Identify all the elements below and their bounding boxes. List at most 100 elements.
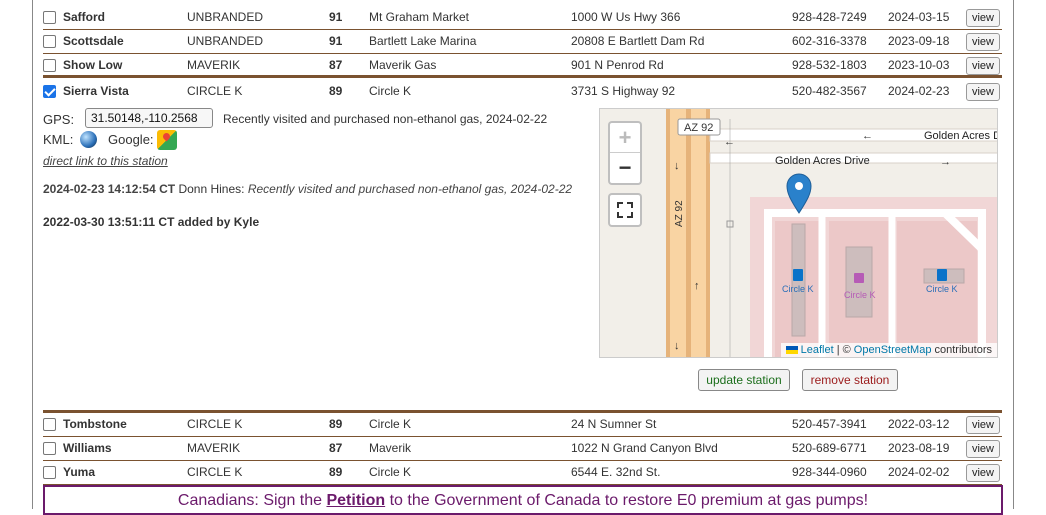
station-date: 2024-02-23: [888, 84, 950, 98]
station-address: 1000 W Us Hwy 366: [571, 10, 681, 24]
log-text: Recently visited and purchased non-ethan…: [247, 182, 573, 196]
station-city: Tombstone: [63, 417, 127, 431]
station-checkbox[interactable]: [43, 35, 56, 48]
zoom-out-button[interactable]: −: [610, 153, 640, 183]
station-phone: 520-482-3567: [792, 84, 867, 98]
station-name: Mt Graham Market: [369, 10, 470, 24]
map-tiles: ↓ ↑ ↓ ← ← → AZ 92 Golden Acres D Golden …: [600, 109, 998, 357]
station-phone: 928-532-1803: [792, 58, 867, 72]
station-checkbox[interactable]: [43, 59, 56, 72]
direct-link[interactable]: direct link to this station: [43, 154, 168, 168]
station-octane: 87: [329, 58, 343, 72]
station-name: Circle K: [369, 84, 412, 98]
kml-label: KML:: [43, 132, 74, 147]
station-name: Circle K: [369, 417, 412, 431]
station-row-williams: Williams MAVERIK 87 Maverik 1022 N Grand…: [43, 437, 1002, 461]
station-city: Show Low: [63, 58, 123, 72]
station-date: 2023-10-03: [888, 58, 950, 72]
osm-link[interactable]: OpenStreetMap: [854, 344, 932, 356]
view-button[interactable]: view: [966, 83, 1000, 101]
station-date: 2024-03-15: [888, 10, 950, 24]
map-poi-label: Circle K: [844, 290, 876, 300]
view-button[interactable]: view: [966, 57, 1000, 75]
station-name: Bartlett Lake Marina: [369, 34, 477, 48]
ukraine-flag-icon: [785, 346, 798, 355]
station-brand: CIRCLE K: [187, 465, 243, 479]
station-octane: 87: [329, 441, 343, 455]
page-frame-left: [32, 0, 33, 509]
station-checkbox[interactable]: [43, 11, 56, 24]
update-station-button[interactable]: update station: [698, 369, 790, 391]
station-brand: MAVERIK: [187, 441, 241, 455]
gps-note: Recently visited and purchased non-ethan…: [223, 112, 548, 126]
station-phone: 520-457-3941: [792, 417, 867, 431]
station-checkbox[interactable]: [43, 442, 56, 455]
petition-link[interactable]: Petition: [326, 492, 385, 509]
remove-station-button[interactable]: remove station: [802, 369, 898, 391]
gps-label: GPS:: [43, 112, 75, 127]
station-date: 2022-03-12: [888, 417, 950, 431]
map-road-label: Golden Acres Drive: [775, 155, 870, 167]
log-entry: 2024-02-23 14:12:54 CT Donn Hines: Recen…: [43, 181, 583, 197]
map-road-label-highway: AZ 92: [684, 122, 713, 134]
log-time: 2024-02-23 14:12:54 CT: [43, 182, 176, 196]
station-checkbox[interactable]: [43, 418, 56, 431]
station-brand: UNBRANDED: [187, 34, 264, 48]
station-phone: 928-344-0960: [792, 465, 867, 479]
station-row-tombstone: Tombstone CIRCLE K 89 Circle K 24 N Sumn…: [43, 410, 1002, 437]
gps-coordinates-field[interactable]: 31.50148,-110.2568: [85, 108, 213, 128]
station-city: Williams: [63, 441, 112, 455]
map-road-label: Golden Acres D: [924, 130, 998, 142]
svg-text:↓: ↓: [674, 160, 680, 172]
station-row-sierra-vista: Sierra Vista CIRCLE K 89 Circle K 3731 S…: [43, 80, 1002, 104]
station-checkbox-checked[interactable]: [43, 85, 56, 98]
svg-text:←: ←: [724, 136, 735, 148]
station-address: 1022 N Grand Canyon Blvd: [571, 441, 718, 455]
view-button[interactable]: view: [966, 440, 1000, 458]
station-octane: 91: [329, 10, 343, 24]
station-city: Scottsdale: [63, 34, 124, 48]
fullscreen-icon: [617, 202, 623, 208]
view-button[interactable]: view: [966, 33, 1000, 51]
petition-banner: Canadians: Sign the Petition to the Gove…: [43, 485, 1003, 515]
log-entry-added: 2022-03-30 13:51:11 CT added by Kyle: [43, 215, 260, 229]
svg-text:↓: ↓: [674, 340, 680, 352]
station-row-safford: Safford UNBRANDED 91 Mt Graham Market 10…: [43, 6, 1002, 30]
map-road-label-highway: AZ 92: [674, 200, 685, 227]
log-author: Donn Hines:: [178, 182, 245, 196]
map-zoom-control: + −: [608, 121, 642, 185]
google-earth-icon[interactable]: [80, 131, 97, 148]
attribution-separator: | ©: [836, 344, 851, 356]
station-checkbox[interactable]: [43, 466, 56, 479]
station-octane: 89: [329, 465, 343, 479]
view-button[interactable]: view: [966, 416, 1000, 434]
station-row-show-low: Show Low MAVERIK 87 Maverik Gas 901 N Pe…: [43, 54, 1002, 78]
station-address: 20808 E Bartlett Dam Rd: [571, 34, 705, 48]
zoom-in-button[interactable]: +: [610, 123, 640, 153]
station-octane: 89: [329, 84, 343, 98]
view-button[interactable]: view: [966, 464, 1000, 482]
station-octane: 89: [329, 417, 343, 431]
station-name: Maverik Gas: [369, 58, 437, 72]
station-brand: UNBRANDED: [187, 10, 264, 24]
station-brand: CIRCLE K: [187, 417, 243, 431]
leaflet-link[interactable]: Leaflet: [801, 344, 834, 356]
view-button[interactable]: view: [966, 9, 1000, 27]
station-city: Sierra Vista: [63, 84, 129, 98]
station-detail-panel: GPS: 31.50148,-110.2568 Recently visited…: [43, 104, 1002, 409]
station-map[interactable]: ↓ ↑ ↓ ← ← → AZ 92 Golden Acres D Golden …: [599, 108, 998, 358]
station-brand: MAVERIK: [187, 58, 241, 72]
station-address: 24 N Sumner St: [571, 417, 657, 431]
map-poi-label: Circle K: [782, 284, 814, 294]
station-phone: 520-689-6771: [792, 441, 867, 455]
station-address: 6544 E. 32nd St.: [571, 465, 661, 479]
station-address: 3731 S Highway 92: [571, 84, 676, 98]
google-maps-icon[interactable]: [157, 130, 177, 150]
station-phone: 928-428-7249: [792, 10, 867, 24]
station-phone: 602-316-3378: [792, 34, 867, 48]
google-label: Google:: [108, 132, 154, 147]
svg-text:←: ←: [862, 130, 873, 142]
station-address: 901 N Penrod Rd: [571, 58, 664, 72]
fullscreen-button[interactable]: [608, 193, 642, 227]
map-attribution: Leaflet | © OpenStreetMap contributors: [780, 343, 997, 357]
